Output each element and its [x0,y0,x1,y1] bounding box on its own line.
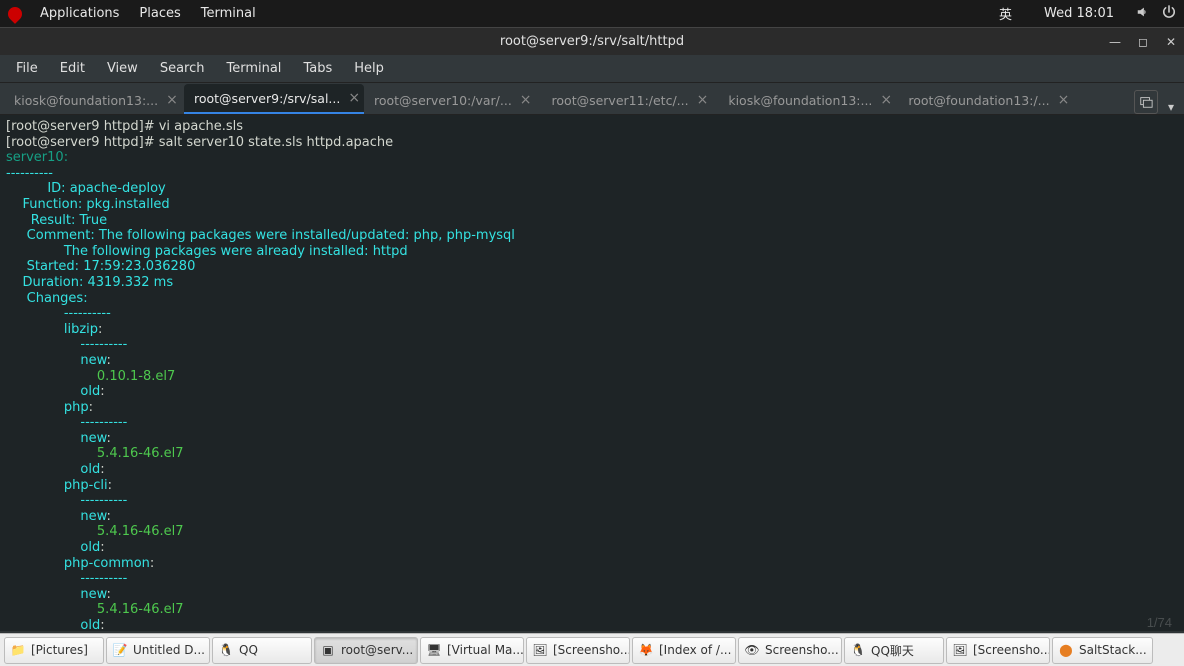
ime-indicator[interactable]: 英 [989,4,1022,23]
close-icon[interactable]: × [348,90,360,106]
terminal-tab[interactable]: kiosk@foundation13:...× [4,86,184,114]
close-icon[interactable]: × [520,92,532,108]
edit-icon: 📝 [112,642,128,658]
close-button[interactable]: ✕ [1164,35,1178,49]
menu-terminal[interactable]: Terminal [216,57,291,80]
eye-icon: 👁 [744,642,760,658]
window-titlebar: root@server9:/srv/salt/httpd — ◻ ✕ [0,27,1184,55]
vm-icon: 🖥 [426,642,442,658]
qq-icon: 🐧 [218,642,234,658]
menu-edit[interactable]: Edit [50,57,95,80]
firefox-icon: ⬤ [1058,642,1074,658]
task-item[interactable]: 🐧QQ聊天 [844,637,944,664]
places-menu[interactable]: Places [129,6,190,21]
task-item[interactable]: ⬤SaltStack... [1052,637,1153,664]
task-item[interactable]: 🐧QQ [212,637,312,664]
menu-file[interactable]: File [6,57,48,80]
close-icon[interactable]: × [1058,92,1070,108]
terminal-tabstrip: kiosk@foundation13:...× root@server9:/sr… [0,83,1184,115]
terminal-menu[interactable]: Terminal [191,6,266,21]
menu-help[interactable]: Help [344,57,394,80]
taskbar: 📁[Pictures] 📝Untitled D... 🐧QQ ▣root@ser… [0,633,1184,666]
maximize-button[interactable]: ◻ [1136,35,1150,49]
clock[interactable]: Wed 18:01 [1034,6,1124,21]
terminal-tab[interactable]: root@foundation13:/...× [898,86,1078,114]
task-item[interactable]: 📝Untitled D... [106,637,210,664]
image-icon: 🖼 [952,642,968,658]
task-item[interactable]: 🖥[Virtual Ma... [420,637,524,664]
window-title: root@server9:/srv/salt/httpd [500,34,684,49]
task-item[interactable]: 🖼[Screensho... [946,637,1050,664]
task-item[interactable]: 🦊[Index of /... [632,637,736,664]
power-icon[interactable] [1162,5,1176,23]
image-icon: 🖼 [532,642,548,658]
close-icon[interactable]: × [880,92,892,108]
close-icon[interactable]: × [166,92,178,108]
tab-menu-button[interactable]: ▾ [1162,100,1180,114]
menu-tabs[interactable]: Tabs [293,57,342,80]
task-item[interactable]: 🖼[Screensho... [526,637,630,664]
menu-search[interactable]: Search [150,57,215,80]
terminal-tab[interactable]: kiosk@foundation13:...× [718,86,898,114]
task-item[interactable]: ▣root@serv... [314,637,418,664]
folder-icon: 📁 [10,642,26,658]
menubar: File Edit View Search Terminal Tabs Help [0,55,1184,83]
terminal-output[interactable]: [root@server9 httpd]# vi apache.sls [roo… [0,115,1184,631]
terminal-icon: ▣ [320,642,336,658]
watermark: 1/74 [1147,615,1172,630]
gnome-topbar: Applications Places Terminal 英 Wed 18:01 [0,0,1184,27]
firefox-icon: 🦊 [638,642,654,658]
task-item[interactable]: 📁[Pictures] [4,637,104,664]
close-icon[interactable]: × [697,92,709,108]
terminal-tab[interactable]: root@server10:/var/...× [364,86,542,114]
applications-menu[interactable]: Applications [30,6,129,21]
task-item[interactable]: 👁Screensho... [738,637,842,664]
terminal-tab[interactable]: root@server11:/etc/...× [542,86,719,114]
menu-view[interactable]: View [97,57,148,80]
new-tab-button[interactable] [1134,90,1158,114]
minimize-button[interactable]: — [1108,35,1122,49]
terminal-tab[interactable]: root@server9:/srv/sal...× [184,84,364,114]
redhat-logo-icon [5,4,25,24]
qq-icon: 🐧 [850,642,866,658]
volume-icon[interactable] [1136,5,1150,23]
